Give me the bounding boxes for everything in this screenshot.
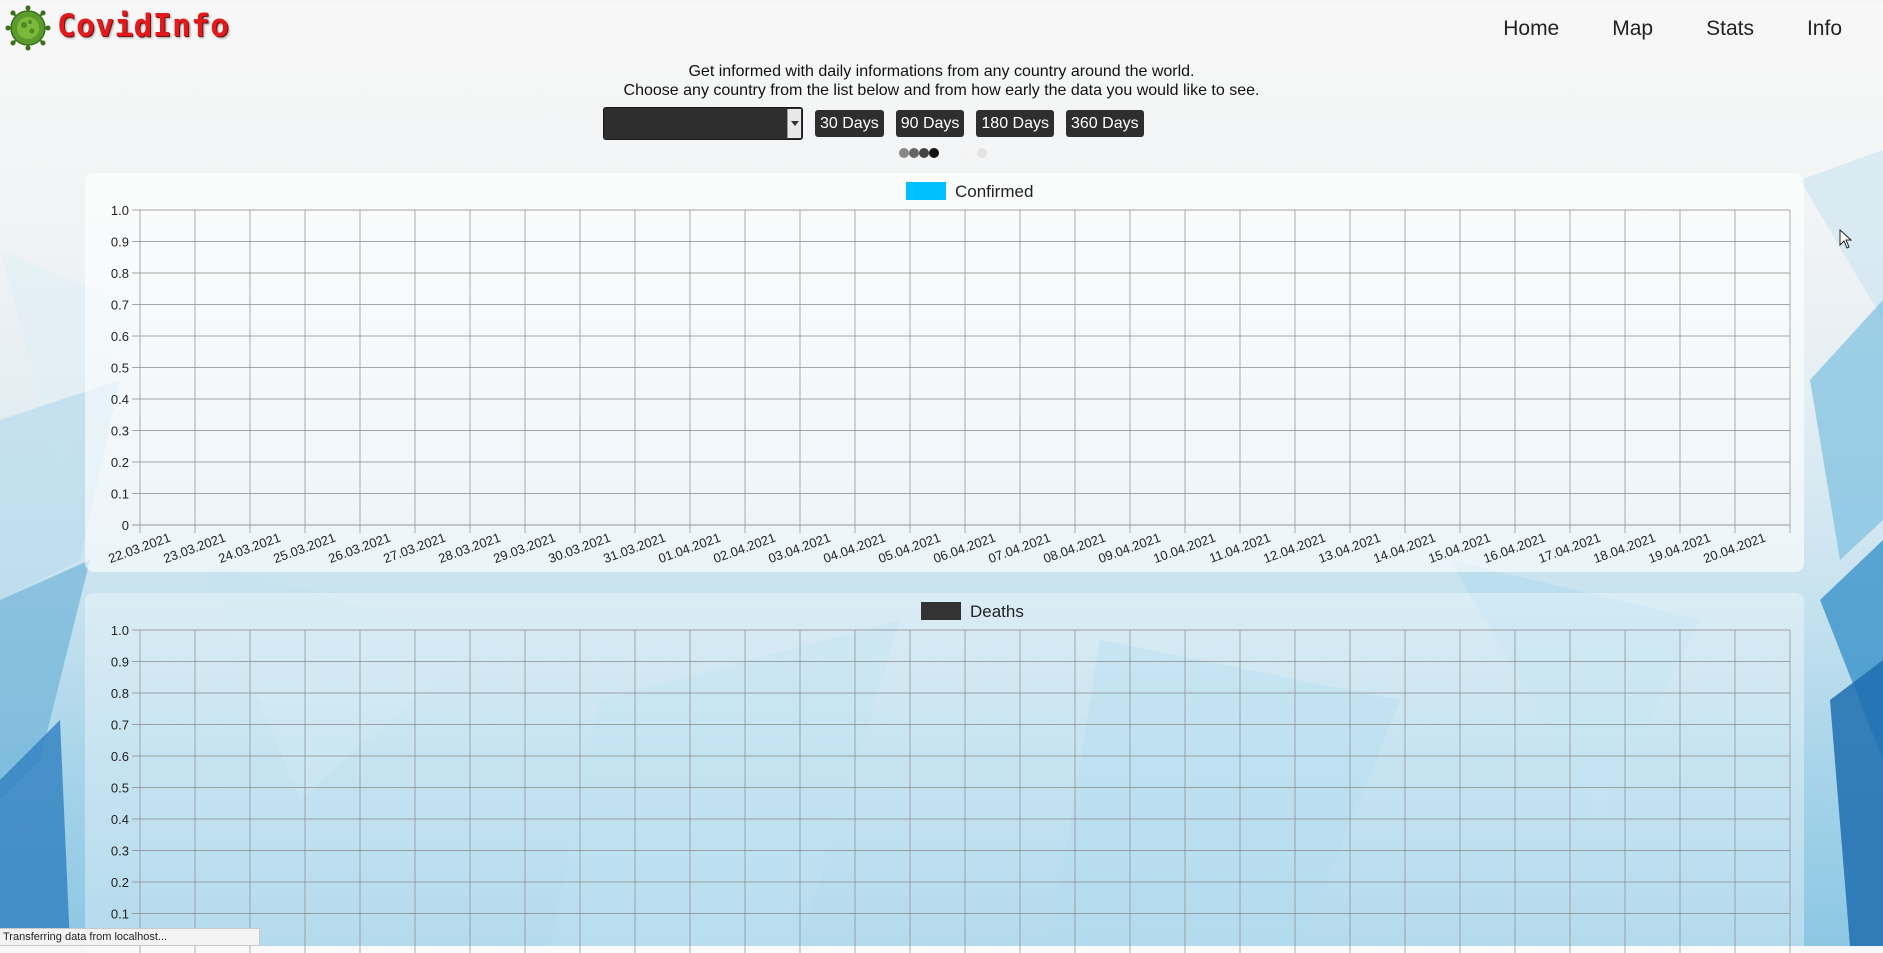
- x-tick-label: 24.03.2021: [216, 530, 282, 566]
- controls-bar: 30 Days 90 Days 180 Days 360 Days: [603, 107, 1144, 140]
- y-tick-label: 0.2: [111, 875, 129, 890]
- browser-status-bar: Transferring data from localhost...: [0, 928, 260, 946]
- x-tick-label: 31.03.2021: [601, 530, 667, 566]
- legend-label[interactable]: Confirmed: [955, 182, 1033, 201]
- chevron-down-icon: [790, 121, 799, 126]
- y-tick-label: 1.0: [111, 623, 129, 638]
- y-tick-label: 1.0: [111, 203, 129, 218]
- y-tick-label: 0.7: [111, 718, 129, 733]
- deaths-chart-card: Deaths 0.1 0.2 0.3 0.4 0.5 0.6 0.7 0.8 0.9 1.0: [85, 593, 1804, 953]
- x-tick-label: 19.04.2021: [1646, 530, 1712, 566]
- nav-stats[interactable]: Stats: [1706, 16, 1754, 42]
- x-tick-label: 28.03.2021: [436, 530, 502, 566]
- x-tick-label: 02.04.2021: [711, 530, 777, 566]
- y-tick-label: 0.5: [111, 361, 129, 376]
- virus-logo-icon[interactable]: [5, 5, 51, 51]
- legend-swatch[interactable]: [921, 602, 961, 620]
- dropdown-toggle[interactable]: [787, 109, 801, 138]
- x-tick-label: 30.03.2021: [546, 530, 612, 566]
- y-tick-label: 0.5: [111, 781, 129, 796]
- x-tick-label: 12.04.2021: [1261, 530, 1327, 566]
- deaths-chart: Deaths 0.1 0.2 0.3 0.4 0.5 0.6 0.7 0.8 0.9 1.0: [111, 602, 1791, 953]
- legend-label[interactable]: Deaths: [970, 602, 1024, 621]
- y-tick-label: 0.9: [111, 235, 129, 250]
- y-tick-label: 0.8: [111, 266, 129, 281]
- button-90-days[interactable]: 90 Days: [895, 110, 965, 137]
- y-tick-label: 0.2: [111, 455, 129, 470]
- logo-text[interactable]: CovidInfo: [57, 8, 229, 44]
- x-tick-label: 15.04.2021: [1426, 530, 1492, 566]
- x-tick-label: 22.03.2021: [106, 530, 172, 566]
- x-tick-label: 20.04.2021: [1701, 530, 1767, 566]
- x-tick-label: 06.04.2021: [931, 530, 997, 566]
- y-tick-label: 0.9: [111, 655, 129, 670]
- x-tick-label: 29.03.2021: [491, 530, 557, 566]
- country-select[interactable]: [603, 107, 803, 140]
- button-180-days[interactable]: 180 Days: [976, 110, 1054, 137]
- x-tick-label: 25.03.2021: [271, 530, 337, 566]
- button-30-days[interactable]: 30 Days: [815, 110, 884, 137]
- nav-info[interactable]: Info: [1807, 16, 1842, 42]
- x-tick-label: 23.03.2021: [161, 530, 227, 566]
- x-tick-label: 14.04.2021: [1371, 530, 1437, 566]
- y-tick-label: 0.4: [111, 812, 129, 827]
- main-nav: Home Map Stats Info: [1450, 16, 1842, 42]
- x-tick-label: 18.04.2021: [1591, 530, 1657, 566]
- x-tick-label: 10.04.2021: [1151, 530, 1217, 566]
- x-tick-label: 03.04.2021: [766, 530, 832, 566]
- intro-text: Get informed with daily informations fro…: [0, 62, 1883, 100]
- y-tick-label: 0.1: [111, 487, 129, 502]
- x-tick-label: 05.04.2021: [876, 530, 942, 566]
- x-tick-label: 11.04.2021: [1207, 530, 1272, 566]
- y-tick-label: 0.4: [111, 392, 129, 407]
- x-tick-label: 07.04.2021: [986, 530, 1052, 566]
- y-tick-label: 0.6: [111, 749, 129, 764]
- nav-home[interactable]: Home: [1503, 16, 1559, 42]
- y-tick-label: 0: [122, 518, 129, 533]
- intro-line-2: Choose any country from the list below a…: [623, 82, 1260, 99]
- x-tick-label: 01.04.2021: [656, 530, 722, 566]
- confirmed-chart-card: Confirmed 0 0.1 0.2 0.3 0.4 0.5 0.6 0.7 0.8 0.9 1.0…: [85, 173, 1804, 572]
- y-tick-label: 0.6: [111, 329, 129, 344]
- x-tick-label: 17.04.2021: [1536, 530, 1602, 566]
- confirmed-chart: Confirmed 0 0.1 0.2 0.3 0.4 0.5 0.6 0.7 0.8 0.9 1.0…: [106, 182, 1791, 566]
- intro-line-1: Get informed with daily informations fro…: [688, 63, 1195, 80]
- y-tick-label: 0.7: [111, 298, 129, 313]
- y-tick-label: 0.3: [111, 844, 129, 859]
- mouse-cursor-icon: [1839, 229, 1853, 249]
- x-tick-label: 13.04.2021: [1316, 530, 1382, 566]
- x-tick-label: 08.04.2021: [1041, 530, 1107, 566]
- top-header: CovidInfo Home Map Stats Info: [0, 0, 1883, 60]
- x-tick-label: 27.03.2021: [381, 530, 447, 566]
- x-tick-label: 26.03.2021: [326, 530, 392, 566]
- y-tick-label: 0.1: [111, 907, 129, 922]
- legend-swatch[interactable]: [906, 182, 946, 200]
- x-tick-label: 04.04.2021: [821, 530, 887, 566]
- x-tick-label: 16.04.2021: [1481, 530, 1547, 566]
- button-360-days[interactable]: 360 Days: [1066, 110, 1144, 137]
- y-tick-label: 0.8: [111, 686, 129, 701]
- x-tick-label: 09.04.2021: [1096, 530, 1162, 566]
- y-tick-label: 0.3: [111, 424, 129, 439]
- loading-spinner-icon: [899, 148, 987, 158]
- nav-map[interactable]: Map: [1612, 16, 1653, 42]
